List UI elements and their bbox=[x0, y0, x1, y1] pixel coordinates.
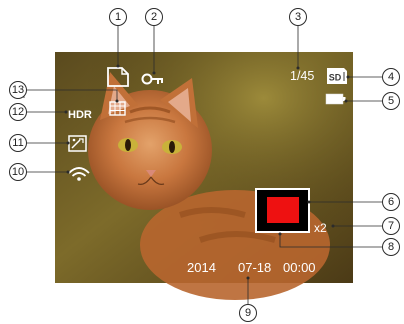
battery-icon bbox=[325, 93, 346, 105]
hdr-icon: HDR bbox=[68, 109, 92, 121]
callout-5: 5 bbox=[382, 92, 400, 110]
zoom-navigation-window bbox=[255, 188, 310, 233]
callout-label-13: 13 bbox=[12, 84, 24, 96]
callout-label-10: 10 bbox=[12, 166, 24, 178]
callout-label-1: 1 bbox=[115, 11, 121, 23]
callout-label-12: 12 bbox=[12, 106, 24, 118]
time: 00:00 bbox=[283, 260, 316, 275]
callout-7: 7 bbox=[382, 217, 400, 235]
callout-9: 9 bbox=[239, 304, 257, 322]
callout-4: 4 bbox=[382, 68, 400, 86]
callout-label-4: 4 bbox=[388, 71, 394, 83]
callout-label-2: 2 bbox=[151, 11, 157, 23]
date-year: 2014 bbox=[187, 260, 216, 275]
zoom-level: x2 bbox=[314, 221, 327, 235]
callout-13: 13 bbox=[9, 81, 27, 99]
date-time-stamp: 2014 07-18 00:00 bbox=[187, 260, 316, 275]
callout-label-7: 7 bbox=[388, 220, 394, 232]
callout-label-8: 8 bbox=[388, 241, 394, 253]
hdr-label: HDR bbox=[68, 109, 92, 121]
memory-card-label: SD bbox=[329, 73, 342, 83]
date-month-day: 07-18 bbox=[238, 260, 271, 275]
callout-2: 2 bbox=[145, 8, 163, 26]
callout-3: 3 bbox=[289, 8, 307, 26]
callout-label-11: 11 bbox=[12, 137, 23, 149]
callout-label-3: 3 bbox=[295, 11, 301, 23]
callout-label-6: 6 bbox=[388, 196, 394, 208]
callout-11: 11 bbox=[9, 134, 27, 152]
diagram-canvas: 1/45 SD HDR x2 2014 07-18 00:00 1 2 3 4 … bbox=[9, 8, 400, 322]
callout-1: 1 bbox=[109, 8, 127, 26]
callout-label-9: 9 bbox=[245, 307, 251, 319]
callout-8: 8 bbox=[382, 238, 400, 256]
image-count: 1/45 bbox=[290, 69, 314, 83]
callout-6: 6 bbox=[382, 193, 400, 211]
callout-12: 12 bbox=[9, 103, 27, 121]
callout-10: 10 bbox=[9, 163, 27, 181]
sd-card-icon: SD bbox=[327, 68, 347, 84]
callout-label-5: 5 bbox=[388, 95, 394, 107]
camera-playback-diagram: 1/45 SD HDR x2 2014 07-18 00:00 1 2 3 4 … bbox=[0, 0, 404, 324]
